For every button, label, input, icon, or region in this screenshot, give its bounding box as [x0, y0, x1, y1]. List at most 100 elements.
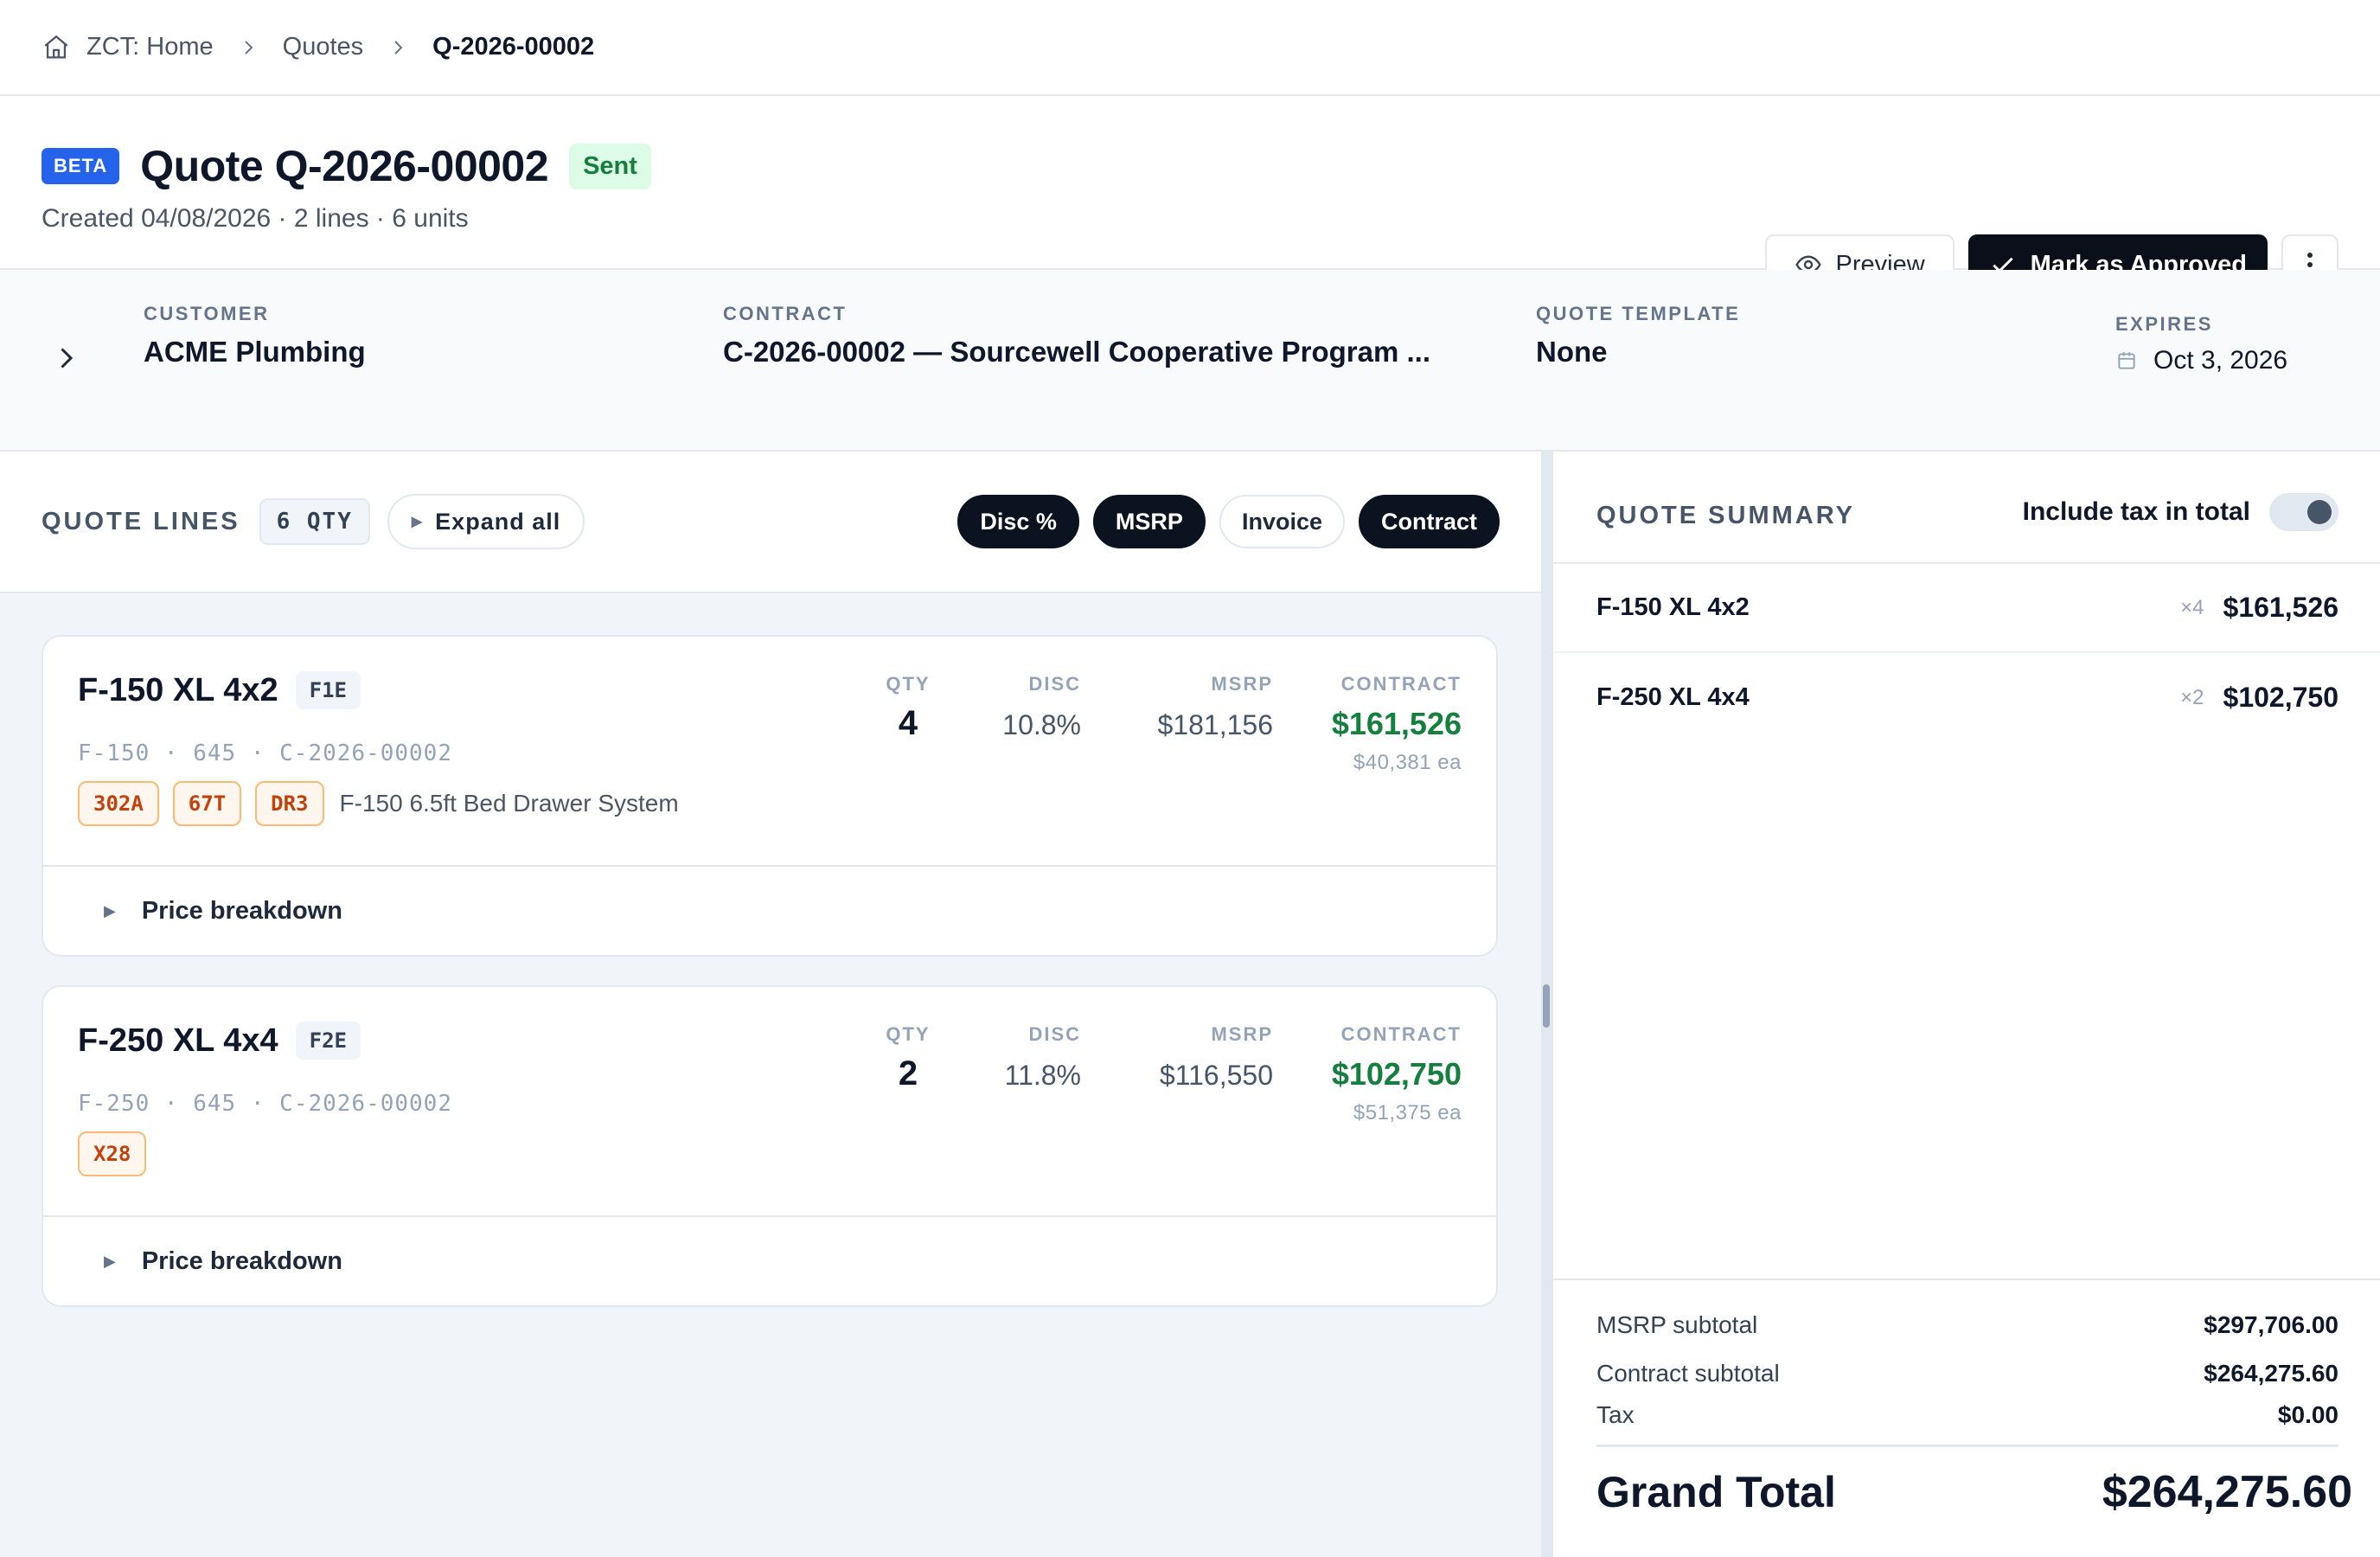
qty-label: QTY [886, 673, 931, 695]
quote-line-name: F-250 XL 4x4 [78, 1022, 278, 1059]
msrp-value: $181,156 [1157, 709, 1273, 740]
contract-value: $161,526 [1331, 706, 1462, 741]
meta-customer-label: CUSTOMER [144, 303, 270, 324]
quote-line-main: F-250 XL 4x4 F2E F-250 · 645 · C-2026-00… [43, 987, 1496, 1217]
expand-all-button[interactable]: ▶ Expand all [387, 494, 585, 549]
splitter-grip-handle[interactable] [1543, 984, 1550, 1028]
summary-item-name: F-150 XL 4x2 [1596, 593, 1750, 621]
model-code-chip: F2E [295, 1022, 361, 1060]
quote-line-sub: F-150 · 645 · C-2026-00002 [78, 740, 452, 766]
meta-contract-label: CONTRACT [723, 303, 848, 324]
breadcrumb-quotes[interactable]: Quotes [283, 33, 364, 61]
quote-lines-title: QUOTE LINES [42, 507, 240, 535]
include-tax-toggle[interactable] [2269, 493, 2338, 531]
disc-stat: DISC 10.8% [1002, 673, 1081, 741]
grand-total-label: Grand Total [1596, 1468, 1836, 1516]
disc-label: DISC [1028, 1023, 1081, 1045]
price-breakdown-label: Price breakdown [141, 896, 342, 925]
toggle-invoice[interactable]: Invoice [1219, 495, 1345, 548]
include-tax-label: Include tax in total [2022, 497, 2250, 526]
quote-line-title-row: F-150 XL 4x2 F1E [78, 671, 361, 709]
meta-contract-value[interactable]: C-2026-00002 — Sourcewell Cooperative Pr… [723, 336, 1430, 368]
expand-all-label: Expand all [435, 508, 561, 535]
breadcrumb-home[interactable]: ZCT: Home [42, 33, 214, 62]
quote-line-main: F-150 XL 4x2 F1E F-150 · 645 · C-2026-00… [43, 637, 1496, 867]
toggle-knob [2307, 500, 2332, 524]
tax-row: Tax $0.00 [1596, 1401, 2338, 1429]
option-chips: X28 [78, 1131, 160, 1176]
contract-subtotal-label: Contract subtotal [1596, 1360, 1780, 1387]
meta-customer: CUSTOMER ACME Plumbing [144, 303, 366, 368]
calendar-icon [2118, 352, 2135, 369]
quote-lines-panel: QUOTE LINES 6 QTY ▶ Expand all Disc % MS… [0, 452, 1541, 1557]
meta-customer-value[interactable]: ACME Plumbing [144, 336, 366, 368]
summary-item-name: F-250 XL 4x4 [1596, 683, 1750, 711]
chevron-right-icon[interactable] [50, 343, 81, 374]
quote-line-name: F-150 XL 4x2 [78, 671, 278, 708]
meta-expires-label: EXPIRES [2115, 313, 2213, 335]
contract-value: $102,750 [1331, 1056, 1462, 1092]
quote-lines-header: QUOTE LINES 6 QTY ▶ Expand all Disc % MS… [0, 452, 1541, 593]
price-breakdown-label: Price breakdown [141, 1246, 342, 1275]
summary-item: F-250 XL 4x4 ×2 $102,750 [1553, 653, 2380, 742]
contract-stat: CONTRACT $161,526 $40,381 ea [1332, 673, 1462, 775]
msrp-subtotal-row: MSRP subtotal $297,706.00 [1596, 1311, 2338, 1339]
quote-subtitle: Created 04/08/2026 · 2 lines · 6 units [42, 204, 469, 233]
breadcrumb: ZCT: Home Quotes Q-2026-00002 [0, 0, 2380, 96]
column-toggles: Disc % MSRP Invoice Contract [944, 495, 1500, 548]
grand-total-row: Grand Total $264,275.60 [1596, 1445, 2352, 1518]
each-price: $40,381 ea [1353, 751, 1462, 774]
toggle-msrp[interactable]: MSRP [1092, 495, 1206, 548]
quote-meta: CUSTOMER ACME Plumbing CONTRACT C-2026-0… [0, 270, 2380, 452]
contract-label: CONTRACT [1340, 673, 1462, 695]
tax-label: Tax [1596, 1401, 1635, 1428]
grand-total-value: $264,275.60 [2102, 1467, 2352, 1517]
meta-contract: CONTRACT C-2026-00002 — Sourcewell Coope… [723, 303, 1430, 368]
summary-item: F-150 XL 4x2 ×4 $161,526 [1553, 564, 2380, 653]
tax-value: $0.00 [2277, 1401, 2338, 1428]
msrp-label: MSRP [1211, 1023, 1273, 1045]
model-code-chip: F1E [295, 671, 361, 709]
include-tax-row: Include tax in total [2023, 493, 2338, 531]
qty-value: 4 [898, 704, 918, 742]
triangle-right-icon: ▶ [104, 901, 116, 919]
meta-template-value[interactable]: None [1536, 336, 1740, 368]
option-chips: 302A 67T DR3 F-150 6.5ft Bed Drawer Syst… [78, 781, 679, 826]
toggle-contract[interactable]: Contract [1358, 495, 1500, 548]
beta-badge: BETA [42, 148, 120, 184]
qty-label: QTY [886, 1023, 931, 1045]
meta-expires: EXPIRES Oct 3, 2026 [2115, 313, 2287, 375]
quote-summary-header: QUOTE SUMMARY Include tax in total [1553, 452, 2380, 564]
price-breakdown-toggle[interactable]: ▶ Price breakdown [43, 1217, 1496, 1305]
msrp-stat: MSRP $181,156 [1158, 673, 1273, 741]
option-chip: 67T [172, 781, 242, 826]
summary-item-amount: $161,526 [2223, 592, 2338, 623]
qty-value: 2 [898, 1054, 918, 1092]
disc-value: 11.8% [1004, 1060, 1081, 1091]
msrp-stat: MSRP $116,550 [1160, 1023, 1273, 1092]
summary-totals: MSRP subtotal $297,706.00 Contract subto… [1553, 1278, 2380, 1557]
contract-stat: CONTRACT $102,750 $51,375 ea [1332, 1023, 1462, 1125]
quote-line-card: F-250 XL 4x4 F2E F-250 · 645 · C-2026-00… [42, 985, 1498, 1307]
toggle-disc[interactable]: Disc % [957, 495, 1079, 548]
price-breakdown-toggle[interactable]: ▶ Price breakdown [43, 867, 1496, 955]
disc-value: 10.8% [1002, 709, 1081, 740]
summary-item-mult: ×4 [2180, 595, 2204, 619]
summary-item-mult: ×2 [2180, 685, 2204, 709]
chevron-right-icon [387, 37, 408, 58]
contract-subtotal-value: $264,275.60 [2204, 1360, 2338, 1387]
meta-expires-value[interactable]: Oct 3, 2026 [2115, 346, 2287, 375]
contract-subtotal-row: Contract subtotal $264,275.60 [1596, 1360, 2338, 1387]
each-price: $51,375 ea [1353, 1101, 1462, 1124]
disc-stat: DISC 11.8% [1005, 1023, 1081, 1092]
quote-line-card: F-150 XL 4x2 F1E F-150 · 645 · C-2026-00… [42, 635, 1498, 957]
quote-header: BETA Quote Q-2026-00002 Sent Preview Mar… [0, 96, 2380, 295]
title-row: BETA Quote Q-2026-00002 Sent [42, 141, 651, 191]
home-icon [44, 35, 68, 58]
msrp-subtotal-value: $297,706.00 [2204, 1311, 2338, 1338]
msrp-label: MSRP [1211, 673, 1273, 695]
expires-date: Oct 3, 2026 [2153, 346, 2288, 375]
quote-line-title-row: F-250 XL 4x4 F2E [78, 1022, 361, 1060]
disc-label: DISC [1028, 673, 1081, 695]
option-chip: DR3 [255, 781, 324, 826]
